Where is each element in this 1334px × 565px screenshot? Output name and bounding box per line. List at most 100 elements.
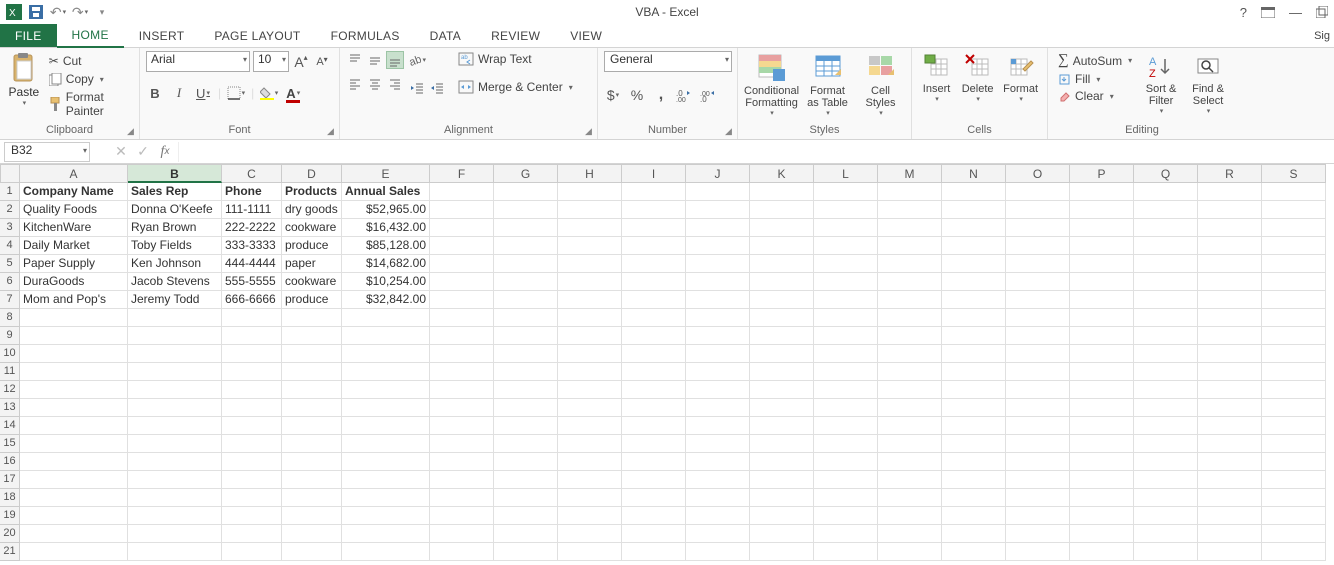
cell[interactable] bbox=[750, 219, 814, 237]
cell[interactable] bbox=[686, 201, 750, 219]
align-center-icon[interactable] bbox=[366, 75, 384, 93]
row-header[interactable]: 8 bbox=[0, 309, 20, 327]
cell[interactable] bbox=[1262, 489, 1326, 507]
cell[interactable]: $14,682.00 bbox=[342, 255, 430, 273]
dialog-launcher-icon[interactable]: ◢ bbox=[327, 126, 337, 136]
cell[interactable] bbox=[878, 219, 942, 237]
cell[interactable] bbox=[878, 471, 942, 489]
cell[interactable] bbox=[20, 399, 128, 417]
cell[interactable] bbox=[750, 435, 814, 453]
cancel-formula-icon[interactable]: ✕ bbox=[110, 141, 132, 163]
cell[interactable] bbox=[1262, 201, 1326, 219]
cell[interactable] bbox=[622, 399, 686, 417]
cell[interactable] bbox=[814, 525, 878, 543]
cell[interactable] bbox=[686, 291, 750, 309]
cell[interactable] bbox=[558, 327, 622, 345]
cell[interactable] bbox=[1006, 309, 1070, 327]
dialog-launcher-icon[interactable]: ◢ bbox=[585, 126, 595, 136]
percent-format-icon[interactable]: % bbox=[628, 86, 646, 104]
cell[interactable] bbox=[1070, 417, 1134, 435]
cell[interactable] bbox=[942, 489, 1006, 507]
tab-view[interactable]: VIEW bbox=[555, 24, 617, 47]
cell[interactable] bbox=[1198, 381, 1262, 399]
cell[interactable] bbox=[686, 543, 750, 561]
cell[interactable] bbox=[430, 489, 494, 507]
spreadsheet-grid[interactable]: ABCDEFGHIJKLMNOPQRS 1Company NameSales R… bbox=[0, 164, 1334, 561]
cell[interactable] bbox=[494, 291, 558, 309]
cell[interactable] bbox=[342, 435, 430, 453]
column-header[interactable]: I bbox=[622, 164, 686, 183]
insert-cells-button[interactable]: Insert▾ bbox=[918, 51, 955, 103]
fill-color-button[interactable]: ▾ bbox=[260, 84, 278, 102]
cell[interactable] bbox=[1198, 507, 1262, 525]
cell[interactable] bbox=[282, 543, 342, 561]
cell[interactable] bbox=[1262, 417, 1326, 435]
cell[interactable]: $16,432.00 bbox=[342, 219, 430, 237]
cell[interactable] bbox=[814, 381, 878, 399]
cell[interactable] bbox=[128, 363, 222, 381]
format-cells-button[interactable]: Format▾ bbox=[1000, 51, 1041, 103]
tab-review[interactable]: REVIEW bbox=[476, 24, 555, 47]
cell[interactable] bbox=[1198, 183, 1262, 201]
cell[interactable] bbox=[1198, 291, 1262, 309]
cell[interactable] bbox=[1070, 309, 1134, 327]
align-top-icon[interactable] bbox=[346, 51, 364, 69]
cell[interactable] bbox=[128, 345, 222, 363]
underline-button[interactable]: U▾ bbox=[194, 84, 212, 102]
cell[interactable] bbox=[282, 309, 342, 327]
tab-formulas[interactable]: FORMULAS bbox=[316, 24, 415, 47]
cell[interactable] bbox=[222, 453, 282, 471]
cell[interactable] bbox=[430, 363, 494, 381]
cell[interactable] bbox=[878, 435, 942, 453]
cell[interactable] bbox=[942, 273, 1006, 291]
cell[interactable]: Sales Rep bbox=[128, 183, 222, 201]
cell[interactable]: Mom and Pop's bbox=[20, 291, 128, 309]
row-header[interactable]: 4 bbox=[0, 237, 20, 255]
cell[interactable] bbox=[622, 525, 686, 543]
cell[interactable] bbox=[1006, 273, 1070, 291]
row-header[interactable]: 10 bbox=[0, 345, 20, 363]
cell[interactable] bbox=[878, 255, 942, 273]
cell[interactable] bbox=[1134, 399, 1198, 417]
cell[interactable] bbox=[942, 543, 1006, 561]
cell[interactable] bbox=[222, 345, 282, 363]
cell[interactable] bbox=[686, 489, 750, 507]
cell[interactable] bbox=[494, 525, 558, 543]
cell[interactable] bbox=[622, 273, 686, 291]
cell[interactable] bbox=[558, 381, 622, 399]
cell[interactable] bbox=[878, 327, 942, 345]
cell[interactable] bbox=[1070, 399, 1134, 417]
row-header[interactable]: 14 bbox=[0, 417, 20, 435]
cell[interactable] bbox=[342, 471, 430, 489]
cell[interactable] bbox=[878, 183, 942, 201]
cell[interactable] bbox=[128, 525, 222, 543]
cell[interactable] bbox=[942, 453, 1006, 471]
cell[interactable] bbox=[1262, 273, 1326, 291]
increase-indent-icon[interactable] bbox=[428, 79, 446, 97]
cell[interactable] bbox=[814, 219, 878, 237]
merge-center-button[interactable]: Merge & Center▾ bbox=[454, 79, 577, 95]
cell[interactable] bbox=[622, 237, 686, 255]
cell[interactable] bbox=[20, 309, 128, 327]
cell[interactable] bbox=[282, 417, 342, 435]
cell[interactable] bbox=[430, 219, 494, 237]
font-color-button[interactable]: A▾ bbox=[284, 84, 302, 102]
column-header[interactable]: N bbox=[942, 164, 1006, 183]
shrink-font-icon[interactable]: A▾ bbox=[313, 53, 331, 71]
cell[interactable] bbox=[494, 543, 558, 561]
row-header[interactable]: 6 bbox=[0, 273, 20, 291]
cell[interactable] bbox=[20, 345, 128, 363]
cell[interactable] bbox=[128, 471, 222, 489]
cell[interactable] bbox=[686, 417, 750, 435]
redo-icon[interactable]: ↷▾ bbox=[70, 2, 90, 22]
cell[interactable] bbox=[686, 399, 750, 417]
cell[interactable] bbox=[814, 543, 878, 561]
cell[interactable] bbox=[430, 543, 494, 561]
cell[interactable] bbox=[814, 291, 878, 309]
format-as-table-button[interactable]: Format as Table▾ bbox=[803, 51, 852, 117]
cell[interactable] bbox=[128, 489, 222, 507]
cell[interactable] bbox=[1006, 507, 1070, 525]
cell[interactable] bbox=[1134, 237, 1198, 255]
cell[interactable] bbox=[878, 525, 942, 543]
row-header[interactable]: 13 bbox=[0, 399, 20, 417]
